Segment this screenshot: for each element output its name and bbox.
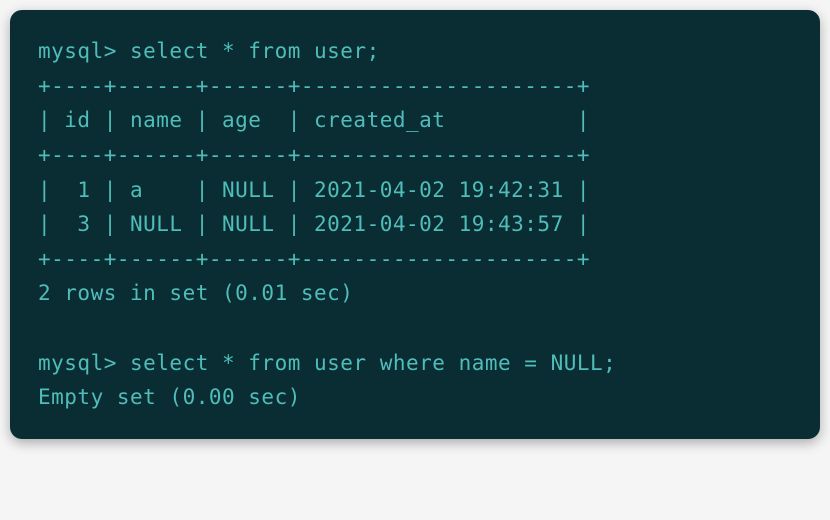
table-row: | 3 | NULL | NULL | 2021-04-02 19:43:57 … [38, 207, 792, 242]
query-result: Empty set (0.00 sec) [38, 380, 792, 415]
table-divider: +----+------+------+--------------------… [38, 242, 792, 277]
sql-prompt-line: mysql> select * from user; [38, 34, 792, 69]
sql-prompt-line: mysql> select * from user where name = N… [38, 346, 792, 381]
table-header: | id | name | age | created_at | [38, 103, 792, 138]
query-result: 2 rows in set (0.01 sec) [38, 276, 792, 311]
table-divider: +----+------+------+--------------------… [38, 138, 792, 173]
terminal-window: mysql> select * from user; +----+------+… [10, 10, 820, 439]
table-row: | 1 | a | NULL | 2021-04-02 19:42:31 | [38, 173, 792, 208]
blank-line [38, 311, 792, 346]
table-divider: +----+------+------+--------------------… [38, 69, 792, 104]
